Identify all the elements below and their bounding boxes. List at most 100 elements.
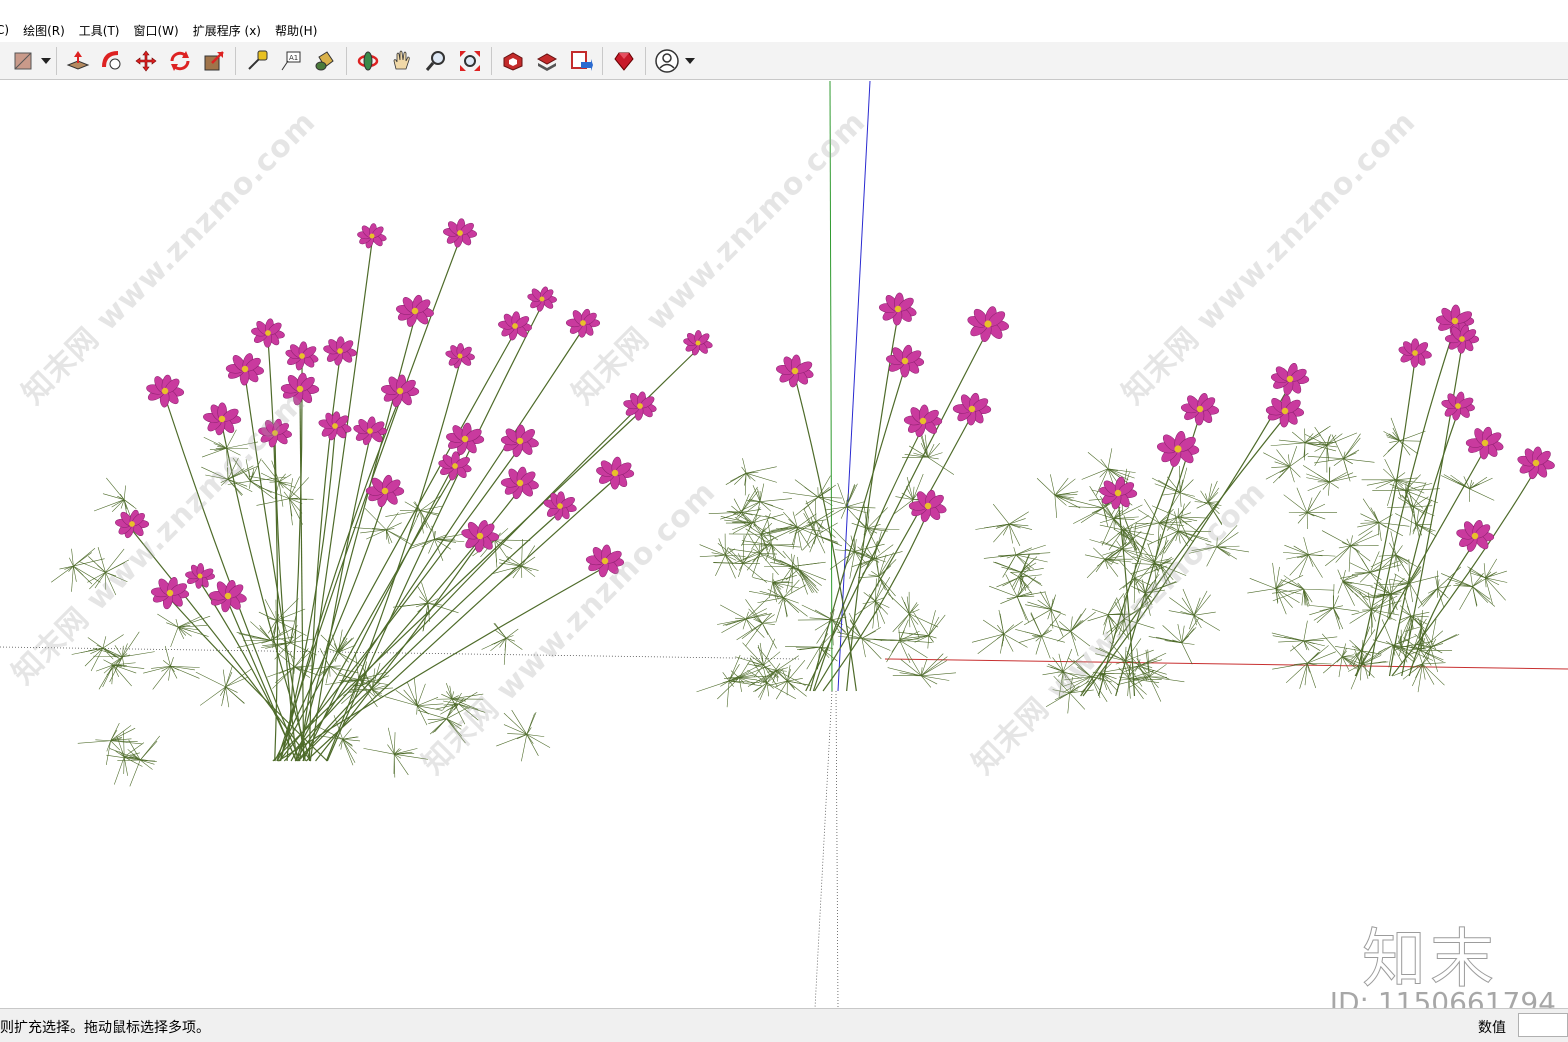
model-viewport[interactable]: 知末网 www.znzmo.com 知末网 www.znzmo.com 知末网 … — [0, 81, 1568, 1008]
foliage-leaf — [720, 604, 747, 620]
move-icon[interactable] — [131, 46, 161, 76]
text-label-icon[interactable]: A1 — [276, 46, 306, 76]
cosmos-flower — [445, 343, 475, 369]
cosmos-flower — [1180, 393, 1220, 426]
foliage-leaf — [1114, 548, 1123, 555]
foliage-leaf — [795, 496, 819, 516]
foliage-leaf — [384, 696, 418, 707]
ruby-console-icon[interactable] — [609, 46, 639, 76]
menu-draw[interactable]: 绘图(R) — [16, 22, 72, 39]
foliage-leaf — [805, 496, 819, 505]
foliage-leaf — [1343, 458, 1375, 463]
foliage-leaf — [1193, 611, 1216, 616]
menu-help[interactable]: 帮助(H) — [268, 22, 324, 39]
tape-measure-icon[interactable] — [242, 46, 272, 76]
cosmos-flower — [443, 218, 477, 248]
status-hint: 则扩充选择。拖动鼠标选择多项。 — [0, 1020, 210, 1036]
menu-extensions[interactable]: 扩展程序 (x) — [186, 22, 268, 39]
foliage-leaf — [845, 485, 856, 508]
foliage-leaf — [199, 686, 226, 706]
foliage-leaf — [791, 553, 793, 567]
foliage-leaf — [1200, 490, 1209, 503]
foliage-leaf — [342, 728, 352, 740]
foliage-leaf — [787, 680, 807, 697]
foliage-leaf — [1303, 620, 1308, 641]
rotate-icon[interactable] — [165, 46, 195, 76]
foliage-leaf — [730, 472, 747, 482]
foliage-leaf — [975, 523, 1010, 530]
foliage-leaf — [1337, 569, 1343, 582]
foliage-leaf — [861, 638, 866, 658]
extension-warehouse-icon[interactable] — [532, 46, 562, 76]
foliage-leaf — [1329, 472, 1354, 483]
foliage-leaf — [1000, 596, 1018, 604]
layout-send-icon[interactable] — [566, 46, 596, 76]
account-icon[interactable] — [652, 46, 682, 76]
foliage-leaf — [122, 651, 155, 658]
foliage-leaf — [1413, 506, 1417, 529]
foliage-leaf — [858, 576, 879, 578]
foliage-leaf — [1278, 439, 1306, 444]
paint-bucket-icon[interactable] — [310, 46, 340, 76]
follow-me-icon[interactable] — [97, 46, 127, 76]
foliage-leaf — [1015, 629, 1042, 637]
toolbar-separator — [602, 46, 603, 75]
foliage-leaf — [1289, 452, 1309, 467]
eraser-icon[interactable] — [8, 46, 38, 76]
foliage-leaf — [95, 739, 111, 742]
foliage-leaf — [773, 558, 793, 567]
cosmos-flower — [323, 336, 357, 366]
foliage-leaf — [1100, 540, 1123, 550]
cosmos-flower — [1456, 520, 1495, 552]
cosmos-flower — [1441, 391, 1475, 421]
menu-window[interactable]: 窗口(W) — [126, 22, 185, 39]
pan-icon[interactable] — [387, 46, 417, 76]
foliage-leaf — [1306, 473, 1330, 483]
foliage-leaf — [1304, 425, 1331, 444]
dropdown-caret-icon[interactable] — [40, 46, 52, 76]
cosmos-flower — [251, 318, 285, 348]
foliage-leaf — [250, 480, 274, 499]
zoom-extents-icon[interactable] — [455, 46, 485, 76]
push-pull-icon[interactable] — [63, 46, 93, 76]
foliage-leaf — [928, 616, 940, 636]
foliage-leaf — [1041, 635, 1065, 643]
foliage-leaf — [1093, 547, 1106, 560]
menu-edit[interactable]: C) — [0, 23, 16, 37]
foliage-leaf — [1278, 640, 1304, 643]
foliage-leaf — [122, 631, 140, 658]
foliage-leaf — [1430, 647, 1438, 673]
measurements-input[interactable] — [1518, 1013, 1568, 1037]
foliage-leaf — [1181, 642, 1195, 645]
foliage-leaf — [1003, 621, 1023, 635]
foliage-leaf — [1307, 663, 1317, 689]
foliage-leaf — [417, 586, 429, 604]
scale-icon[interactable] — [199, 46, 229, 76]
foliage-leaf — [363, 748, 395, 755]
menu-tools[interactable]: 工具(T) — [72, 22, 127, 39]
3d-warehouse-icon[interactable] — [498, 46, 528, 76]
foliage-leaf — [261, 459, 280, 483]
foliage-leaf — [1394, 477, 1418, 481]
foliage-leaf — [746, 466, 777, 474]
foliage-leaf — [170, 657, 174, 667]
foliage-leaf — [752, 521, 772, 546]
foliage-leaf — [499, 559, 522, 567]
foliage-leaf — [1181, 642, 1193, 665]
foliage-leaf — [1361, 664, 1375, 678]
foliage-leaf — [110, 722, 120, 741]
foliage-leaf — [1305, 441, 1337, 444]
zoom-icon[interactable] — [421, 46, 451, 76]
foliage-leaf — [1375, 479, 1396, 489]
account-dropdown-icon[interactable] — [684, 46, 696, 76]
cosmos-flower — [1465, 426, 1504, 460]
foliage-leaf — [776, 670, 788, 682]
orbit-icon[interactable] — [353, 46, 383, 76]
foliage-leaf — [1263, 452, 1290, 467]
foliage-leaf — [1322, 656, 1343, 674]
foliage-leaf — [1179, 492, 1209, 505]
foliage-leaf — [106, 477, 125, 500]
foliage-leaf — [908, 613, 919, 625]
foliage-leaf — [909, 613, 939, 628]
foliage-leaf — [507, 733, 527, 735]
